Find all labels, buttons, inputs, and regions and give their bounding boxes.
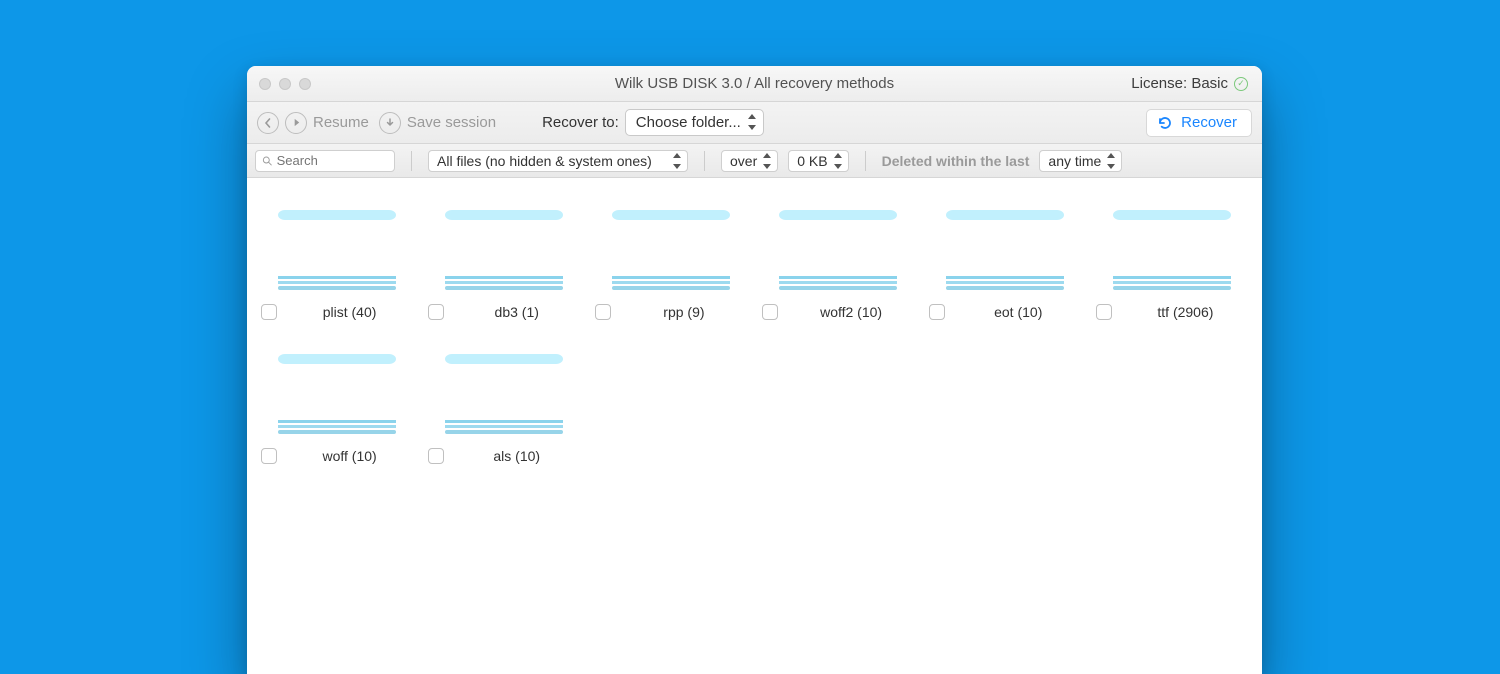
license-indicator[interactable]: License: Basic ✓ (1131, 75, 1262, 92)
folder-label: db3 (1) (454, 304, 580, 320)
folder-icon (275, 338, 399, 438)
stepper-icon (1107, 152, 1117, 170)
separator (411, 151, 412, 171)
folder-grid: plist (40) db3 (1) rpp (9) woff2 (10) eo… (253, 194, 1256, 464)
folder-checkbox[interactable] (428, 448, 444, 464)
titlebar: Wilk USB DISK 3.0 / All recovery methods… (247, 66, 1262, 102)
folder-label: plist (40) (287, 304, 413, 320)
size-compare-value: over (730, 153, 757, 169)
size-value: 0 KB (797, 153, 827, 169)
window-title: Wilk USB DISK 3.0 / All recovery methods (247, 75, 1262, 92)
folder-checkbox[interactable] (929, 304, 945, 320)
folder-label: ttf (2906) (1122, 304, 1248, 320)
file-filter-value: All files (no hidden & system ones) (437, 153, 652, 169)
save-session-button[interactable] (379, 112, 401, 134)
time-filter-value: any time (1048, 153, 1101, 169)
license-label: License: Basic (1131, 75, 1228, 92)
close-dot[interactable] (259, 78, 271, 90)
stepper-icon (834, 152, 844, 170)
search-icon (262, 155, 273, 167)
minimize-dot[interactable] (279, 78, 291, 90)
folder-item[interactable]: db3 (1) (424, 194, 584, 320)
refresh-icon (1157, 115, 1173, 131)
recover-to-label: Recover to: (542, 114, 619, 131)
folder-icon (1110, 194, 1234, 294)
folder-icon (609, 194, 733, 294)
folder-checkbox[interactable] (428, 304, 444, 320)
chevron-left-icon (263, 118, 273, 128)
save-session-label: Save session (407, 114, 496, 131)
check-icon: ✓ (1234, 77, 1248, 91)
folder-icon (275, 194, 399, 294)
file-filter-select[interactable]: All files (no hidden & system ones) (428, 150, 688, 172)
folder-item[interactable]: ttf (2906) (1092, 194, 1252, 320)
recover-button-label: Recover (1181, 114, 1237, 131)
folder-item[interactable]: woff2 (10) (758, 194, 918, 320)
back-button[interactable] (257, 112, 279, 134)
folder-item[interactable]: plist (40) (257, 194, 417, 320)
time-filter-select[interactable]: any time (1039, 150, 1122, 172)
folder-label: woff2 (10) (788, 304, 914, 320)
search-input-wrap[interactable] (255, 150, 395, 172)
folder-item[interactable]: als (10) (424, 338, 584, 464)
play-icon (292, 118, 301, 127)
folder-label: woff (10) (287, 448, 413, 464)
folder-item[interactable]: rpp (9) (591, 194, 751, 320)
folder-checkbox[interactable] (595, 304, 611, 320)
folder-icon (442, 194, 566, 294)
search-input[interactable] (277, 153, 388, 168)
download-icon (385, 118, 395, 128)
filter-bar: All files (no hidden & system ones) over… (247, 144, 1262, 178)
resume-label: Resume (313, 114, 369, 131)
folder-checkbox[interactable] (261, 448, 277, 464)
size-compare-select[interactable]: over (721, 150, 778, 172)
folder-checkbox[interactable] (762, 304, 778, 320)
recover-to-value: Choose folder... (636, 114, 741, 131)
deleted-within-label: Deleted within the last (882, 153, 1030, 169)
folder-icon (943, 194, 1067, 294)
separator (704, 151, 705, 171)
folder-checkbox[interactable] (1096, 304, 1112, 320)
stepper-icon (748, 113, 758, 131)
recover-to-select[interactable]: Choose folder... (625, 109, 764, 136)
folder-label: eot (10) (955, 304, 1081, 320)
folder-checkbox[interactable] (261, 304, 277, 320)
content-area: plist (40) db3 (1) rpp (9) woff2 (10) eo… (247, 178, 1262, 480)
folder-label: als (10) (454, 448, 580, 464)
traffic-lights (247, 78, 311, 90)
recover-button[interactable]: Recover (1146, 109, 1252, 137)
app-window: Wilk USB DISK 3.0 / All recovery methods… (247, 66, 1262, 674)
toolbar: Resume Save session Recover to: Choose f… (247, 102, 1262, 144)
folder-item[interactable]: eot (10) (925, 194, 1085, 320)
zoom-dot[interactable] (299, 78, 311, 90)
separator (865, 151, 866, 171)
folder-icon (442, 338, 566, 438)
resume-button[interactable] (285, 112, 307, 134)
folder-label: rpp (9) (621, 304, 747, 320)
folder-item[interactable]: woff (10) (257, 338, 417, 464)
size-value-select[interactable]: 0 KB (788, 150, 848, 172)
stepper-icon (763, 152, 773, 170)
folder-icon (776, 194, 900, 294)
stepper-icon (673, 152, 683, 170)
